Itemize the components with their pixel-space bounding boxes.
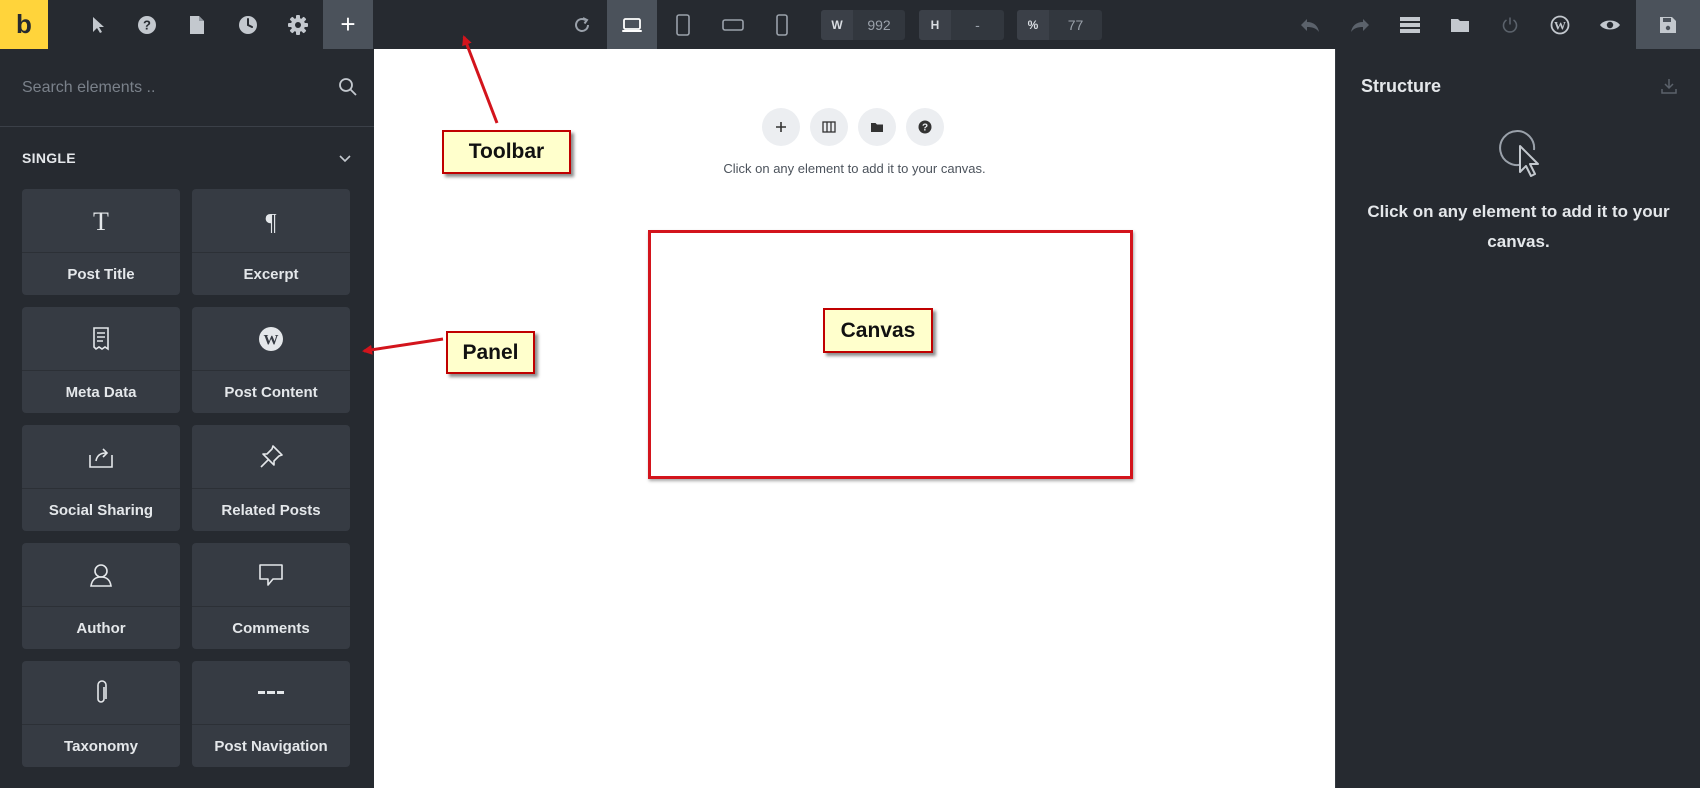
cursor-click-icon [1498,126,1542,184]
help-icon[interactable]: ? [127,0,167,49]
folder-icon[interactable] [1440,0,1480,49]
element-label: Post Title [67,265,135,283]
structure-empty-message: Click on any element to add it to your c… [1367,202,1670,251]
receipt-icon [22,307,180,371]
save-button[interactable] [1636,0,1700,49]
tablet-portrait-icon[interactable] [663,0,703,49]
add-icon [776,122,786,132]
element-label: Comments [232,619,310,637]
element-related-posts[interactable]: Related Posts [192,425,350,531]
builder-app: b ? + W 992 H - % 77 W Search elements .… [0,0,1700,788]
svg-text:T: T [93,209,109,233]
power-icon[interactable] [1490,0,1530,49]
search-input[interactable] [22,77,322,99]
element-label: Social Sharing [48,501,154,519]
user-icon [22,543,180,607]
category-header[interactable]: SINGLE [22,148,352,168]
desktop-icon [622,17,642,32]
history-icon[interactable] [228,0,268,49]
menu-icon[interactable] [1390,0,1430,49]
refresh-icon[interactable] [562,0,602,49]
zoom-value[interactable]: 77 [1049,17,1102,33]
svg-text:?: ? [922,123,928,134]
preview-icon[interactable] [1590,0,1630,49]
comment-icon [192,543,350,607]
canvas-highlight-box [648,230,1133,479]
element-label: Taxonomy [64,737,138,755]
svg-text:W: W [1554,18,1566,32]
mobile-icon[interactable] [762,0,802,49]
search-icon[interactable] [338,77,358,101]
width-field[interactable]: W 992 [821,10,905,40]
element-author[interactable]: Author [22,543,180,649]
element-post-content[interactable]: W Post Content [192,307,350,413]
canvas-templates-button[interactable] [858,108,896,146]
canvas-columns-button[interactable] [810,108,848,146]
save-icon [1660,16,1676,33]
toolbar: b ? + W 992 H - % 77 W [0,0,1700,49]
paperclip-icon [22,661,180,725]
columns-icon [822,121,836,133]
element-label: Post Content [224,383,318,401]
canvas-add-button[interactable] [762,108,800,146]
share-icon [22,425,180,489]
wordpress-icon[interactable]: W [1540,0,1580,49]
chevron-down-icon [339,155,351,163]
height-field[interactable]: H - [919,10,1004,40]
elements-panel: SINGLE T Post Title ¶ Excerpt Meta Data [0,49,374,788]
element-comments[interactable]: Comments [192,543,350,649]
svg-text:W: W [264,333,279,349]
cursor-icon[interactable] [78,0,118,49]
panel-annotation: Panel [446,331,535,374]
undo-icon[interactable] [1290,0,1330,49]
element-label: Excerpt [243,265,299,283]
svg-text:¶: ¶ [266,210,277,233]
element-taxonomy[interactable]: Taxonomy [22,661,180,767]
zoom-label: % [1017,10,1049,40]
element-label: Related Posts [221,501,321,519]
element-post-navigation[interactable]: Post Navigation [192,661,350,767]
height-value[interactable]: - [951,17,1004,33]
text-t-icon: T [22,189,180,253]
width-label: W [821,10,853,40]
height-label: H [919,10,951,40]
settings-icon[interactable] [278,0,318,49]
help-icon: ? [918,120,932,134]
element-label: Post Navigation [214,737,328,755]
element-meta-data[interactable]: Meta Data [22,307,180,413]
tablet-landscape-icon[interactable] [713,0,753,49]
category-title: SINGLE [22,150,76,166]
wordpress-icon: W [192,307,350,371]
redo-icon[interactable] [1340,0,1380,49]
element-post-title[interactable]: T Post Title [22,189,180,295]
zoom-field[interactable]: % 77 [1017,10,1102,40]
paragraph-icon: ¶ [192,189,350,253]
page-icon[interactable] [177,0,217,49]
toolbar-annotation: Toolbar [442,130,571,174]
desktop-view-button[interactable] [607,0,657,49]
download-icon[interactable] [1660,77,1678,99]
dashes-icon [192,661,350,725]
search-row [0,49,374,127]
add-element-button[interactable]: + [323,0,373,49]
element-label: Meta Data [65,383,137,401]
structure-panel: Structure Click on any element to add it… [1335,49,1700,788]
canvas-annotation: Canvas [823,308,933,353]
element-social-sharing[interactable]: Social Sharing [22,425,180,531]
structure-title: Structure [1361,76,1442,96]
canvas-help-button[interactable]: ? [906,108,944,146]
pin-icon [192,425,350,489]
element-label: Author [76,619,126,637]
element-excerpt[interactable]: ¶ Excerpt [192,189,350,295]
svg-text:?: ? [143,17,151,32]
logo[interactable]: b [0,0,48,49]
width-value[interactable]: 992 [853,17,905,33]
folder-icon [871,122,883,132]
